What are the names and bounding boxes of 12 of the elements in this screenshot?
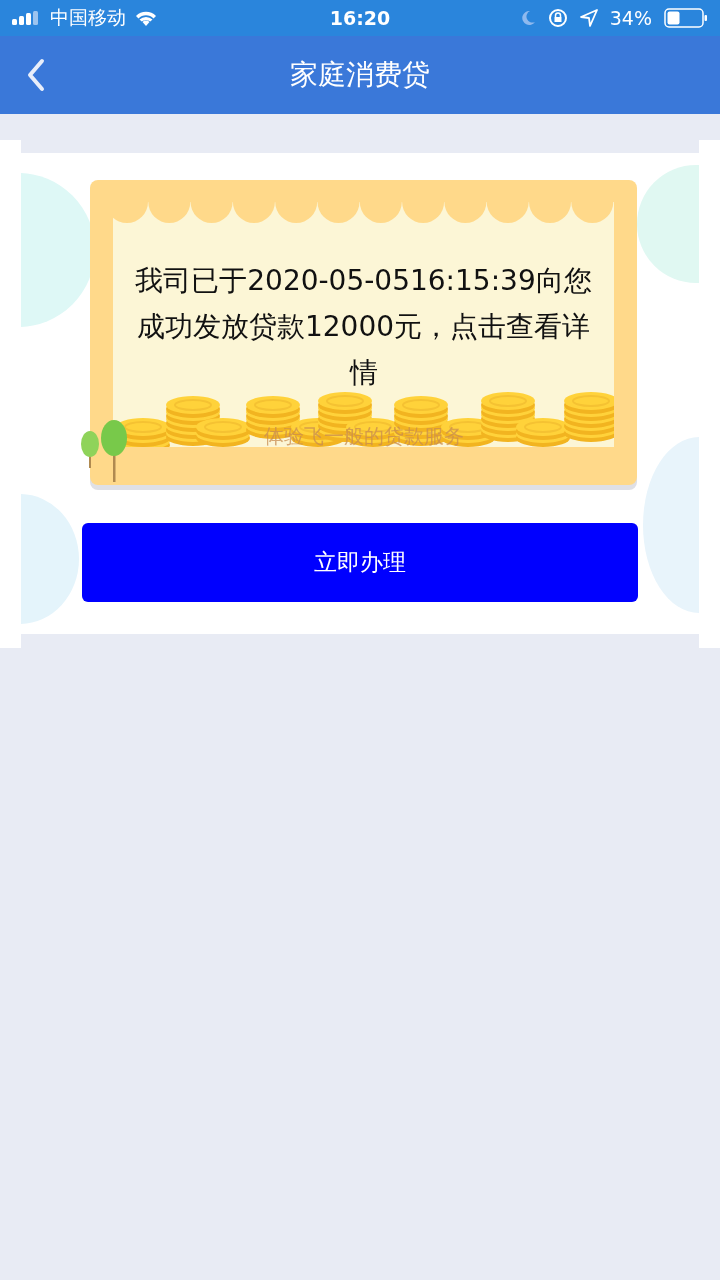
location-arrow-icon (579, 9, 598, 27)
clock-time: 16:20 (329, 7, 391, 29)
apply-now-button[interactable]: 立即办理 (82, 523, 638, 602)
battery-icon (664, 8, 708, 28)
page-title: 家庭消费贷 (290, 57, 430, 93)
wifi-icon (134, 9, 158, 27)
trees-drawing (80, 420, 130, 482)
battery-percentage: 34% (609, 7, 652, 29)
moon-icon (520, 10, 536, 26)
loan-message: 我司已于2020-05-0516:15:39向您成功发放贷款12000元，点击查看详情 (135, 263, 592, 391)
carrier-name: 中国移动 (50, 5, 126, 30)
rotation-lock-icon (547, 8, 568, 28)
